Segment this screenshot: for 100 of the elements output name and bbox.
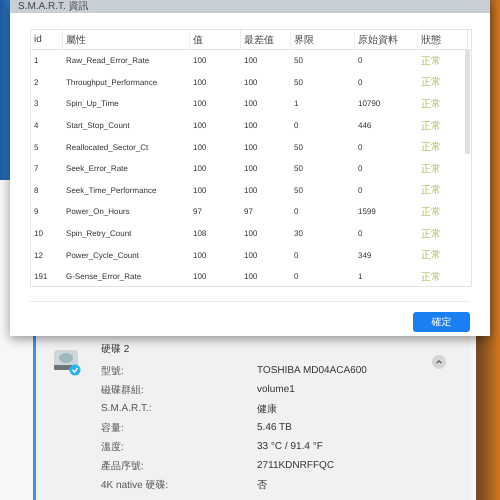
field-value: 33 °C / 91.4 °F	[257, 441, 323, 452]
value-cell-text: 100	[192, 164, 208, 174]
id-cell-text: 1	[33, 56, 40, 66]
worst-cell-text: 100	[243, 164, 258, 174]
threshold-cell-text: 0	[293, 272, 300, 282]
column-header: 原始資料	[355, 30, 418, 49]
id-cell-text: 3	[33, 99, 40, 108]
value-cell-text: 100	[192, 56, 208, 66]
column-header: id	[31, 30, 63, 49]
chevron-up-icon	[435, 358, 443, 366]
worst-cell-text: 100	[243, 186, 258, 195]
id-cell-text: 8	[33, 186, 40, 195]
status-cell-text: 正常	[420, 54, 442, 68]
attribute-cell-text: Seek_Time_Performance	[65, 186, 158, 195]
field-value: volume1	[257, 384, 295, 395]
collapse-button[interactable]	[432, 355, 446, 369]
threshold-cell-text: 1	[293, 99, 300, 108]
status-cell-text: 正常	[420, 206, 442, 219]
attribute-cell-text: Spin_Retry_Count	[65, 229, 132, 238]
confirm-button[interactable]: 確定	[413, 312, 470, 332]
id-cell-text: 9	[33, 207, 40, 216]
threshold-cell-text: 0	[293, 207, 300, 216]
id-cell-text: 5	[33, 142, 40, 152]
raw-data-cell-text: 0	[357, 56, 364, 66]
value-cell-text: 100	[192, 250, 208, 260]
raw-data-cell-text: 0	[357, 142, 364, 152]
status-cell-text: 正常	[420, 270, 442, 284]
hard-drive-icon	[53, 348, 81, 376]
attribute-cell-text: Throughput_Performance	[65, 78, 158, 87]
threshold-cell-text: 30	[293, 229, 304, 238]
threshold-cell-text: 50	[293, 142, 304, 152]
column-header: 值	[190, 30, 241, 49]
worst-cell-text: 97	[243, 207, 254, 216]
value-cell-text: 100	[192, 99, 208, 108]
raw-data-cell-text: 0	[357, 186, 364, 195]
worst-cell-text: 100	[243, 121, 258, 130]
attribute-cell-text: Seek_Error_Rate	[65, 164, 129, 174]
raw-data-cell-text: 0	[357, 164, 364, 174]
column-header: 最差值	[241, 30, 291, 49]
value-cell-text: 100	[192, 142, 208, 152]
status-cell-text: 正常	[420, 140, 442, 154]
column-header: 屬性	[63, 30, 190, 49]
threshold-cell-text: 50	[293, 164, 304, 174]
worst-cell-text: 100	[243, 142, 258, 152]
threshold-cell-text: 0	[293, 121, 300, 130]
value-cell-text: 108	[192, 229, 208, 238]
status-cell-text: 正常	[420, 98, 442, 111]
drive-title: 硬碟 2	[101, 342, 130, 357]
field-value: 5.46 TB	[257, 422, 292, 433]
attribute-cell-text: Power_Cycle_Count	[65, 250, 140, 260]
id-cell-text: 2	[33, 78, 40, 87]
attribute-cell-text: Raw_Read_Error_Rate	[65, 56, 150, 66]
dialog-title: S.M.A.R.T. 資訊	[18, 2, 89, 12]
worst-cell-text: 100	[243, 99, 258, 108]
worst-cell-text: 100	[243, 56, 258, 66]
threshold-cell-text: 0	[293, 250, 300, 260]
value-cell-text: 100	[192, 272, 208, 282]
attribute-cell-text: Spin_Up_Time	[65, 99, 120, 108]
raw-data-cell-text: 446	[357, 121, 372, 130]
status-cell-text: 正常	[420, 120, 442, 133]
status-cell-text: 正常	[420, 248, 442, 262]
id-cell-text: 7	[33, 164, 40, 174]
worst-cell-text: 100	[243, 272, 258, 282]
raw-data-cell-text: 10790	[357, 99, 382, 108]
id-cell-text: 191	[33, 272, 48, 282]
threshold-cell-text: 50	[293, 78, 304, 87]
raw-data-cell-text: 1599	[357, 207, 377, 216]
worst-cell-text: 100	[243, 229, 258, 238]
field-label: 型號:	[101, 364, 125, 378]
field-label: 磁碟群組:	[101, 384, 145, 396]
field-label: 容量:	[101, 422, 125, 434]
value-cell-text: 100	[192, 186, 208, 195]
id-cell-text: 4	[33, 121, 40, 130]
field-label: S.M.A.R.T.:	[101, 403, 153, 414]
threshold-cell-text: 50	[293, 186, 304, 195]
value-cell-text: 100	[192, 78, 208, 87]
attribute-cell-text: G-Sense_Error_Rate	[65, 272, 142, 282]
attribute-cell-text: Start_Stop_Count	[65, 121, 131, 130]
raw-data-cell-text: 1	[357, 272, 364, 282]
value-cell-text: 97	[192, 207, 203, 216]
threshold-cell-text: 50	[293, 56, 304, 66]
attribute-cell-text: Reallocated_Sector_Ct	[65, 142, 150, 152]
field-label: 溫度:	[101, 440, 125, 454]
status-cell-text: 正常	[420, 162, 442, 176]
status-cell-text: 正常	[420, 228, 442, 241]
column-header: 狀態	[418, 30, 468, 49]
status-cell-text: 正常	[420, 76, 442, 90]
raw-data-cell-text: 349	[357, 250, 372, 260]
worst-cell-text: 100	[243, 78, 258, 87]
field-value: TOSHIBA MD04ACA600	[257, 365, 367, 376]
attribute-cell-text: Power_On_Hours	[65, 207, 131, 216]
id-cell-text: 12	[33, 250, 44, 260]
status-cell-text: 正常	[420, 184, 442, 198]
field-label: 4K native 硬碟:	[101, 478, 170, 492]
scrollbar[interactable]	[465, 50, 470, 154]
field-value: 否	[257, 478, 267, 492]
field-value: 2711KDNRFFQC	[257, 460, 334, 471]
field-value: 健康	[257, 402, 277, 416]
value-cell-text: 100	[192, 121, 208, 130]
id-cell-text: 10	[33, 229, 44, 238]
